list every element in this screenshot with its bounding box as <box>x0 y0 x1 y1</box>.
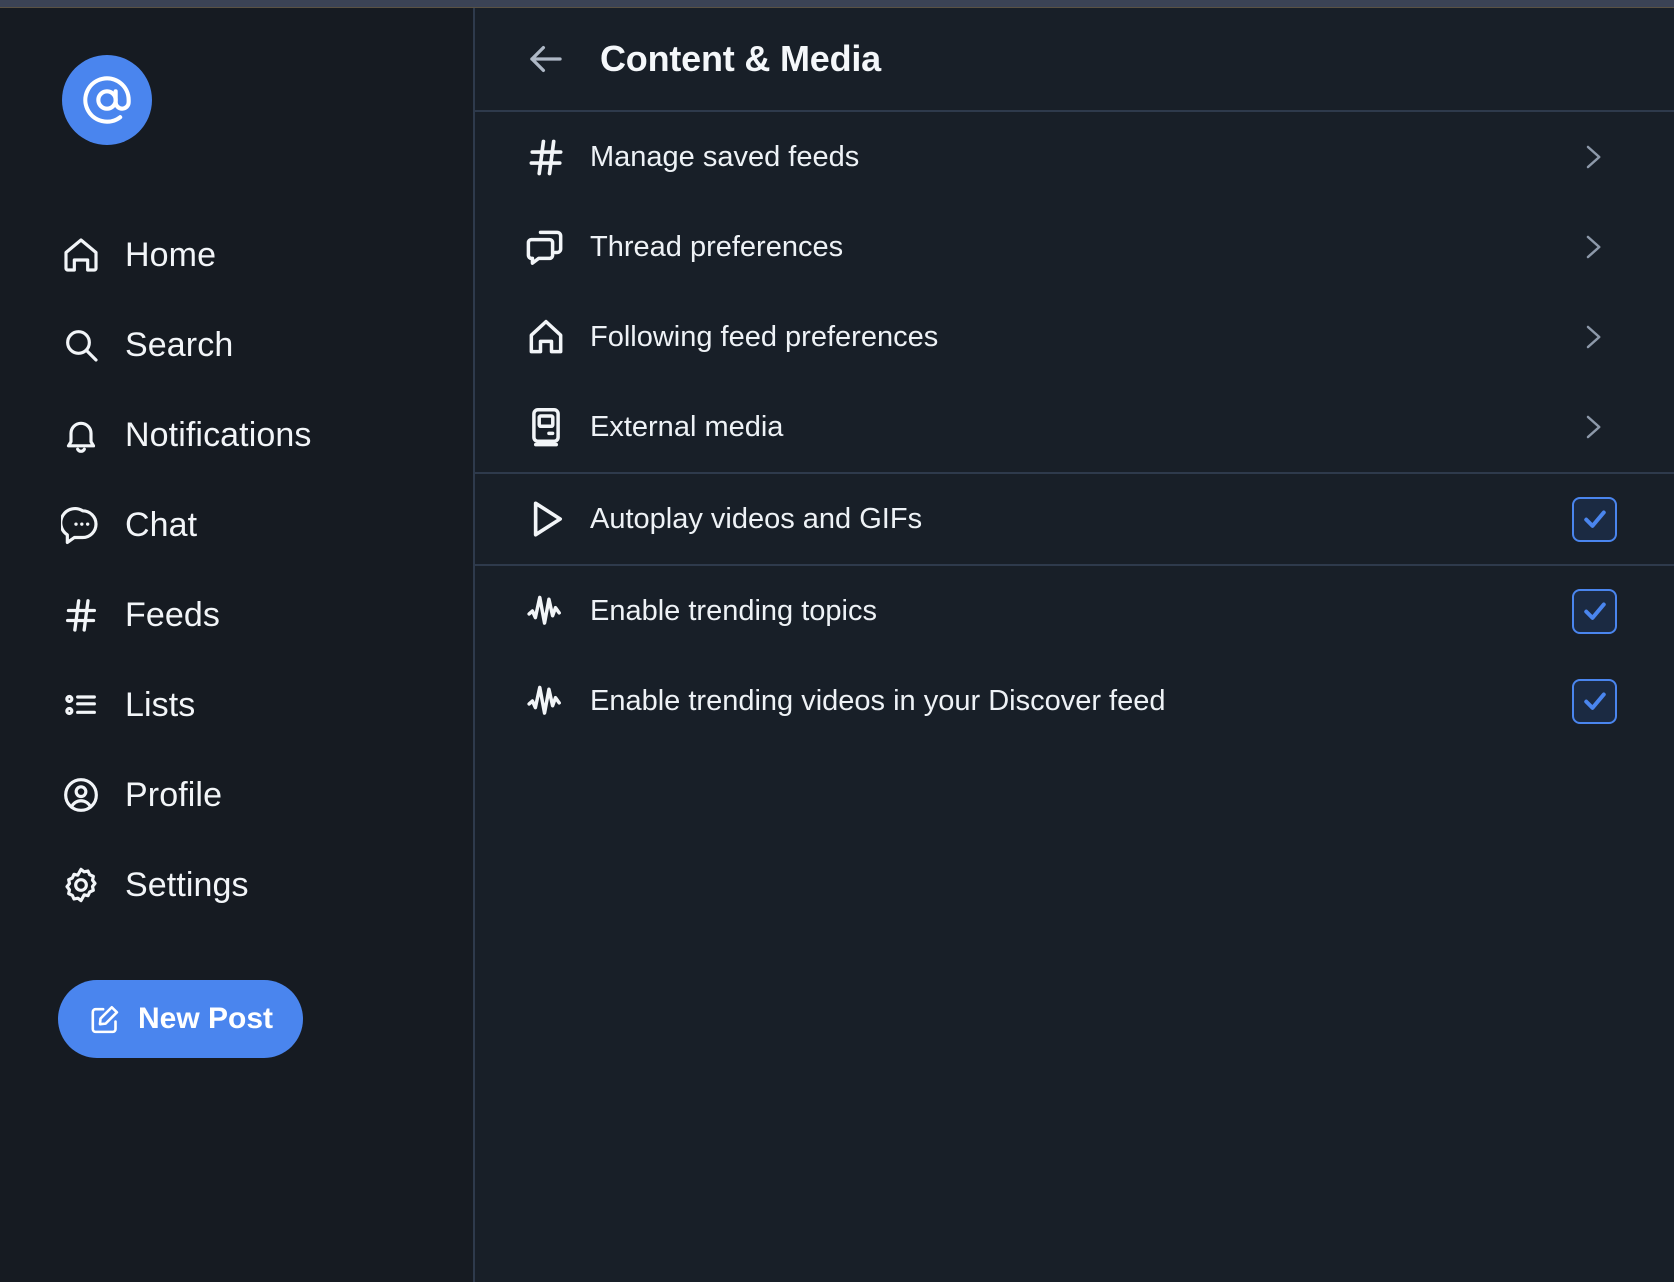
page-header: Content & Media <box>475 8 1674 112</box>
check-icon <box>1583 602 1606 620</box>
list-icon <box>60 684 102 726</box>
back-button[interactable] <box>523 36 569 82</box>
main-spacer <box>475 746 1674 1282</box>
threads-icon <box>523 224 569 270</box>
search-icon <box>60 324 102 366</box>
new-post-button[interactable]: New Post <box>58 980 303 1058</box>
sidebar-item-profile[interactable]: Profile <box>0 750 473 840</box>
chevron-right-icon <box>1578 412 1608 442</box>
new-post-container: New Post <box>0 980 473 1058</box>
chevron-right-icon <box>1578 322 1608 352</box>
hash-icon <box>60 594 102 636</box>
compose-icon <box>88 1003 121 1036</box>
sidebar-item-settings[interactable]: Settings <box>0 840 473 930</box>
row-thread-preferences[interactable]: Thread preferences <box>475 202 1674 292</box>
chevron-right-icon <box>1578 142 1608 172</box>
home-icon <box>60 234 102 276</box>
sidebar-item-label: Feeds <box>125 596 220 634</box>
row-label: Thread preferences <box>590 230 844 263</box>
user-circle-icon <box>60 774 102 816</box>
avatar[interactable] <box>62 55 152 145</box>
sidebar-item-label: Profile <box>125 776 223 814</box>
row-following-feed-preferences[interactable]: Following feed preferences <box>475 292 1674 382</box>
sidebar-item-label: Lists <box>125 686 196 724</box>
window-chrome-bar <box>0 0 1674 8</box>
at-sign-icon <box>83 76 131 124</box>
sidebar: Home Search Notifications Chat Feeds Lis… <box>0 8 475 1282</box>
chat-bubble-icon <box>60 504 102 546</box>
app-shell: Home Search Notifications Chat Feeds Lis… <box>0 8 1674 1282</box>
row-enable-trending-topics[interactable]: Enable trending topics <box>475 566 1674 656</box>
hash-icon <box>523 134 569 180</box>
home-icon <box>523 314 569 360</box>
row-external-media[interactable]: External media <box>475 382 1674 472</box>
sidebar-item-label: Chat <box>125 506 198 544</box>
sidebar-item-feeds[interactable]: Feeds <box>0 570 473 660</box>
checkbox-enable-trending-topics[interactable] <box>1572 588 1617 634</box>
arrow-left-icon <box>530 45 562 73</box>
play-icon <box>523 496 569 542</box>
settings-group-navigation: Manage saved feeds Thread preferences Fo… <box>475 112 1674 474</box>
page-title: Content & Media <box>600 38 881 79</box>
settings-group-trending: Enable trending topics Enable trending v… <box>475 566 1674 746</box>
trending-pulse-icon <box>523 588 569 634</box>
chevron-right-icon <box>1578 232 1608 262</box>
sidebar-item-notifications[interactable]: Notifications <box>0 390 473 480</box>
check-icon <box>1583 510 1606 528</box>
bell-icon <box>60 414 102 456</box>
sidebar-item-label: Home <box>125 236 217 274</box>
row-label: Following feed preferences <box>590 320 939 353</box>
sidebar-item-search[interactable]: Search <box>0 300 473 390</box>
checkbox-autoplay-videos-and-gifs[interactable] <box>1572 496 1617 542</box>
row-label: External media <box>590 410 784 443</box>
row-label: Autoplay videos and GIFs <box>590 502 923 535</box>
app-root: Home Search Notifications Chat Feeds Lis… <box>0 0 1674 1282</box>
row-label: Enable trending topics <box>590 594 877 627</box>
sidebar-item-home[interactable]: Home <box>0 210 473 300</box>
gear-icon <box>60 864 102 906</box>
row-label: Enable trending videos in your Discover … <box>590 684 1166 717</box>
row-autoplay-videos-and-gifs[interactable]: Autoplay videos and GIFs <box>475 474 1674 564</box>
settings-group-autoplay: Autoplay videos and GIFs <box>475 474 1674 566</box>
checkbox-enable-trending-videos-discover-feed[interactable] <box>1572 678 1617 724</box>
sidebar-item-label: Search <box>125 326 234 364</box>
check-icon <box>1583 692 1606 710</box>
sidebar-item-chat[interactable]: Chat <box>0 480 473 570</box>
row-label: Manage saved feeds <box>590 140 860 173</box>
new-post-label: New Post <box>137 1002 274 1035</box>
external-media-icon <box>523 404 569 450</box>
row-manage-saved-feeds[interactable]: Manage saved feeds <box>475 112 1674 202</box>
sidebar-nav: Home Search Notifications Chat Feeds Lis… <box>0 210 473 930</box>
sidebar-item-label: Settings <box>125 866 249 904</box>
sidebar-item-lists[interactable]: Lists <box>0 660 473 750</box>
trending-pulse-icon <box>523 678 569 724</box>
main-content: Content & Media Manage saved feeds Threa… <box>475 8 1674 1282</box>
row-enable-trending-videos-discover-feed[interactable]: Enable trending videos in your Discover … <box>475 656 1674 746</box>
sidebar-item-label: Notifications <box>125 416 312 454</box>
